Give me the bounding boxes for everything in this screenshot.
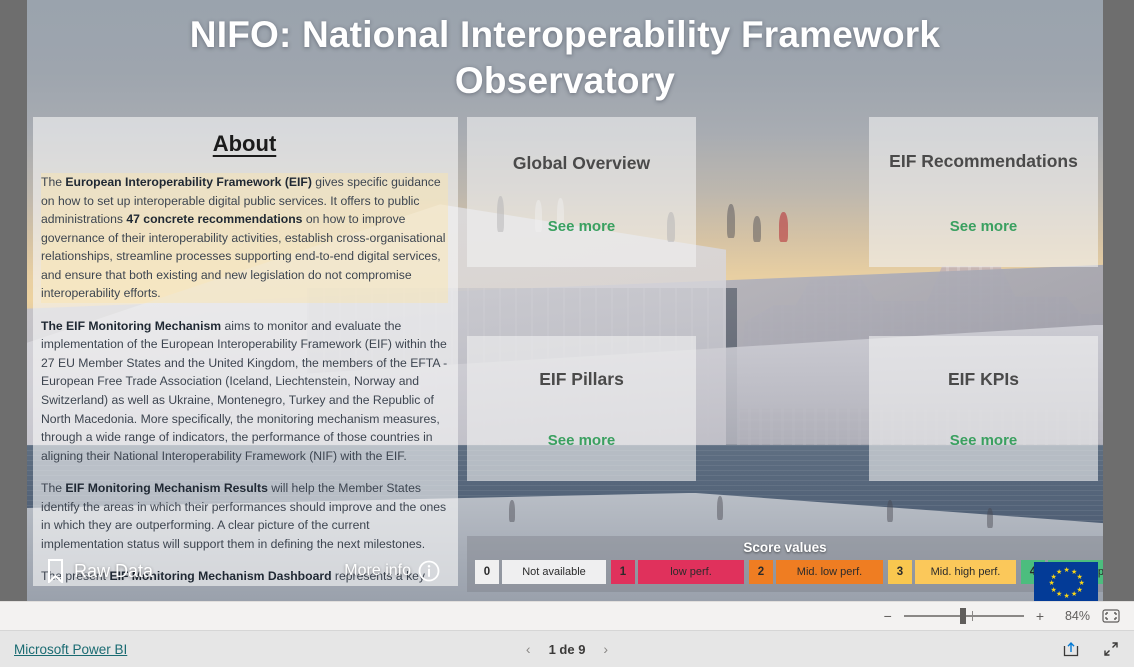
page-title: NIFO: National Interoperability Framewor…	[189, 14, 941, 101]
legend-score-label: Not available	[502, 560, 606, 584]
eu-flag-star: ★	[1071, 568, 1078, 576]
zoom-slider-tick	[971, 611, 973, 621]
tile-eif-recommendations[interactable]: EIF Recommendations See more	[869, 117, 1098, 267]
zoom-out-button[interactable]: −	[884, 608, 892, 624]
raw-data-button[interactable]: Raw Data	[47, 559, 153, 583]
zoom-slider[interactable]	[903, 608, 1024, 624]
share-icon[interactable]	[1062, 640, 1080, 658]
tile-see-more-link[interactable]: See more	[950, 218, 1018, 235]
about-paragraph: The EIF Monitoring Mechanism aims to mon…	[41, 318, 448, 463]
legend-score-number: 3	[888, 560, 912, 584]
report-footer: Microsoft Power BI ‹ 1 de 9 ›	[0, 630, 1134, 667]
eu-flag-star: ★	[1071, 591, 1078, 599]
background-photo-figure	[779, 212, 788, 242]
page-navigation: ‹ 1 de 9 ›	[526, 641, 608, 657]
zoom-slider-thumb[interactable]	[959, 608, 966, 624]
background-photo-figure	[987, 508, 993, 528]
about-heading: About	[212, 131, 277, 156]
tile-see-more-link[interactable]: See more	[950, 432, 1018, 449]
about-panel: About The European Interoperability Fram…	[33, 117, 458, 586]
eu-flag-star: ★	[1063, 593, 1070, 600]
tile-title: EIF KPIs	[948, 369, 1019, 389]
legend-entry: 3 Mid. high perf.	[888, 560, 1016, 584]
tile-title: EIF Recommendations	[889, 151, 1078, 171]
legend-title: Score values	[743, 540, 827, 555]
info-circle-icon	[418, 560, 440, 582]
zoom-in-button[interactable]: +	[1036, 608, 1044, 624]
legend-items: 0 Not available 1 low perf. 2 Mid. low perf. 3…	[467, 555, 1103, 584]
background-photo-figure	[727, 204, 735, 238]
tile-see-more-link[interactable]: See more	[548, 432, 616, 449]
report-header: NIFO: National Interoperability Framewor…	[27, 0, 1103, 116]
footer-actions	[1062, 640, 1120, 658]
more-info-label: More info	[344, 562, 411, 579]
legend-score-number: 1	[611, 560, 635, 584]
eu-flag-star: ★	[1076, 573, 1083, 581]
report-viewport: NIFO: National Interoperability Framewor…	[0, 0, 1134, 601]
tile-see-more-link[interactable]: See more	[548, 218, 616, 235]
eu-flag-stars: ★ ★ ★ ★ ★ ★ ★ ★ ★ ★ ★ ★	[1034, 562, 1098, 601]
legend-entry: 0 Not available	[475, 560, 606, 584]
tile-title: Global Overview	[512, 153, 651, 173]
fit-to-page-icon[interactable]	[1102, 609, 1120, 623]
about-paragraph: The EIF Monitoring Mechanism Results wil…	[41, 481, 447, 551]
tile-title: EIF Pillars	[539, 369, 624, 389]
legend-entry: 1 low perf.	[611, 560, 744, 584]
about-paragraph: The European Interoperability Framework …	[41, 173, 448, 303]
zoom-toolbar: − + 84%	[0, 601, 1134, 630]
about-body: The European Interoperability Framework …	[41, 173, 448, 586]
european-union-flag: ★ ★ ★ ★ ★ ★ ★ ★ ★ ★ ★ ★	[1034, 562, 1098, 601]
background-photo-figure	[887, 500, 893, 522]
tile-eif-kpis[interactable]: EIF KPIs See more	[869, 336, 1098, 481]
eu-flag-star: ★	[1076, 586, 1083, 594]
eu-flag-star: ★	[1078, 580, 1085, 587]
legend-score-label: Mid. low perf.	[776, 560, 883, 584]
background-photo-figure	[753, 216, 761, 242]
eu-flag-star: ★	[1050, 573, 1057, 581]
legend-score-label: low perf.	[638, 560, 744, 584]
power-bi-brand-link[interactable]: Microsoft Power BI	[14, 642, 127, 657]
background-photo-figure	[509, 500, 515, 522]
raw-data-label: Raw Data	[74, 560, 154, 581]
legend-score-number: 0	[475, 560, 499, 584]
tile-eif-pillars[interactable]: EIF Pillars See more	[467, 336, 696, 481]
chevron-right-icon[interactable]: ›	[603, 641, 608, 657]
about-footer-bar: Raw Data More info	[33, 548, 458, 594]
page-indicator-label: 1 de 9	[548, 641, 586, 657]
legend-score-label: Mid. high perf.	[915, 560, 1016, 584]
more-info-button[interactable]: More info	[344, 560, 440, 582]
report-canvas: NIFO: National Interoperability Framewor…	[27, 0, 1103, 601]
eu-flag-star: ★	[1048, 580, 1055, 587]
chevron-left-icon[interactable]: ‹	[526, 641, 531, 657]
tile-global-overview[interactable]: Global Overview See more	[467, 117, 696, 267]
score-values-legend: Score values 0 Not available 1 low perf. 2 Mi…	[467, 536, 1103, 601]
legend-entry: 2 Mid. low perf.	[749, 560, 883, 584]
zoom-percent-label: 84%	[1064, 609, 1090, 623]
power-bi-report-window: NIFO: National Interoperability Framewor…	[0, 0, 1134, 667]
eu-flag-star: ★	[1056, 568, 1063, 576]
bookmark-icon	[47, 559, 64, 583]
eu-flag-star: ★	[1063, 567, 1070, 574]
eu-flag-star: ★	[1050, 586, 1057, 594]
fullscreen-icon[interactable]	[1102, 640, 1120, 658]
legend-score-number: 2	[749, 560, 773, 584]
background-photo-figure	[717, 496, 723, 520]
